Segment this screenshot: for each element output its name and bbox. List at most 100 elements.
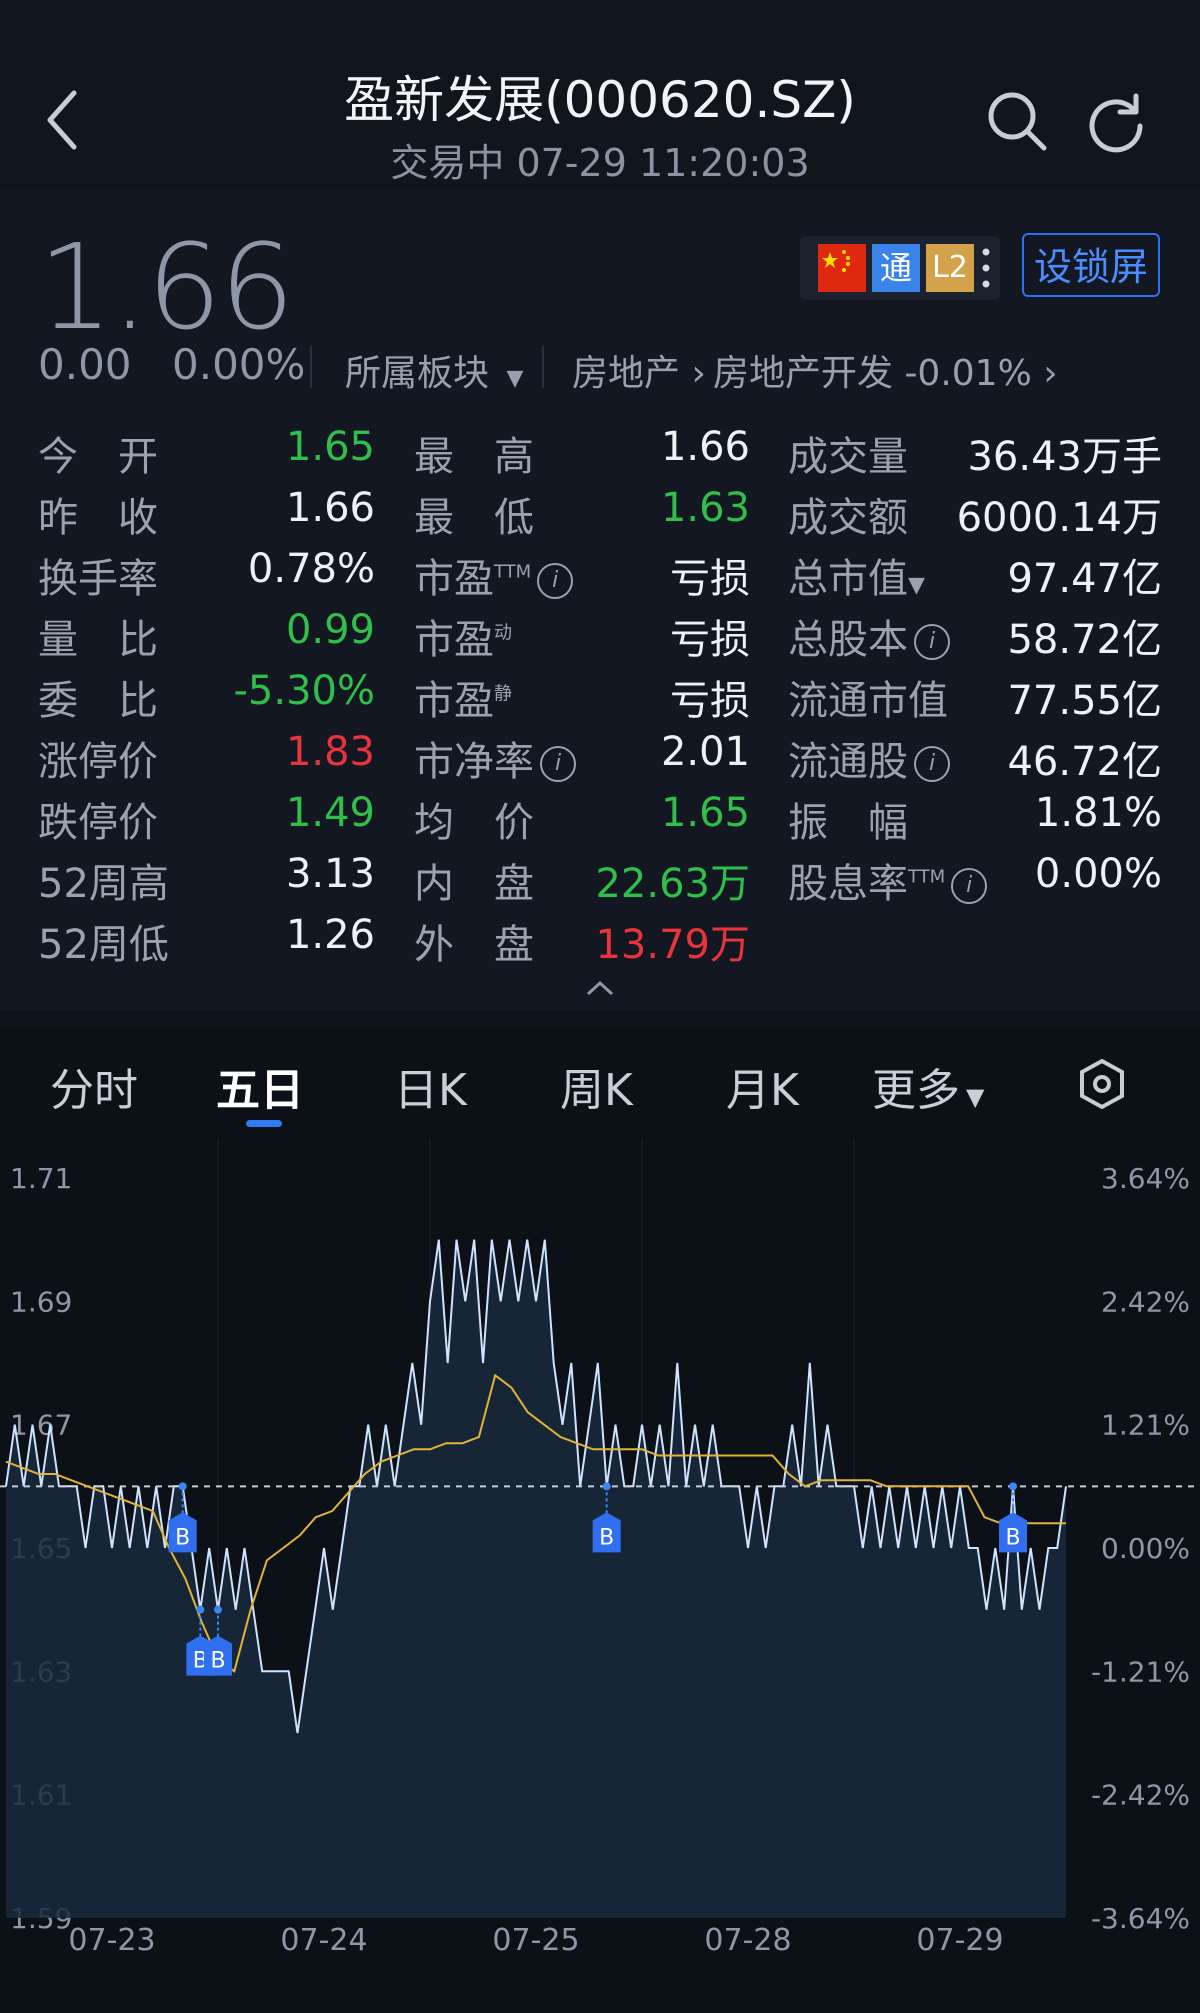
x-date-label: 07-29	[916, 1923, 1003, 1958]
stat-label: 成交额	[788, 495, 908, 541]
active-tab-indicator	[246, 1120, 282, 1127]
tab-1[interactable]: 五日	[216, 1054, 304, 1118]
y-tick-right: -2.42%	[1091, 1779, 1190, 1812]
tab-4[interactable]: 月K	[726, 1054, 799, 1118]
stat-label: 内 盘	[414, 861, 534, 907]
badge-group[interactable]: 通 L2	[800, 236, 1000, 300]
tab-5[interactable]: 更多 ▼	[872, 1054, 984, 1118]
tong-badge: 通	[872, 244, 920, 292]
info-icon[interactable]: i	[540, 746, 576, 782]
marker-label: B	[599, 1525, 614, 1550]
y-tick-right: 3.64%	[1101, 1162, 1190, 1195]
marker-label: B	[175, 1525, 190, 1550]
stat-label[interactable]: 流通股 i	[788, 729, 950, 787]
sector-industry-link[interactable]: 房地产 ›	[572, 344, 706, 396]
china-flag-icon	[818, 244, 866, 292]
stat-value: 77.55亿	[1007, 678, 1162, 724]
stat-label: 委 比	[38, 678, 158, 724]
stat-label: 涨停价	[38, 739, 158, 785]
chevron-right-icon: ›	[1043, 353, 1058, 394]
stat-value: 97.47亿	[1007, 556, 1162, 602]
stat-label[interactable]: 总股本 i	[788, 607, 950, 665]
stat-value: 1.49	[285, 790, 375, 836]
stat-value: 58.72亿	[1007, 617, 1162, 663]
x-date-label: 07-25	[492, 1923, 579, 1958]
info-icon[interactable]: i	[537, 563, 574, 599]
stat-value: 46.72亿	[1007, 739, 1162, 785]
info-icon[interactable]: i	[951, 868, 988, 904]
stat-value: 22.63万	[595, 861, 750, 907]
stat-value: 1.63	[660, 485, 750, 531]
y-tick-right: 2.42%	[1101, 1285, 1190, 1318]
sector-sub-link[interactable]: 房地产开发 -0.01% ›	[713, 344, 1058, 396]
info-icon[interactable]: i	[914, 624, 950, 660]
settings-hex-icon[interactable]	[1078, 1058, 1126, 1110]
refresh-icon[interactable]	[1082, 88, 1150, 156]
caret-down-icon: ▼	[908, 573, 925, 598]
stat-label: 市盈动	[414, 617, 512, 663]
tab-3[interactable]: 周K	[560, 1054, 633, 1118]
stat-value: 1.66	[660, 424, 750, 470]
stat-label: 均 价	[414, 800, 534, 846]
y-tick-right: -1.21%	[1091, 1655, 1190, 1688]
stat-value: 13.79万	[595, 922, 750, 968]
x-date-label: 07-24	[280, 1923, 367, 1958]
search-icon[interactable]	[984, 88, 1052, 156]
price-change-pct: 0.00%	[172, 340, 306, 389]
stat-value: 36.43万手	[967, 434, 1162, 480]
stat-value: 1.65	[285, 424, 375, 470]
y-tick-left: 1.71	[10, 1162, 72, 1195]
tab-0[interactable]: 分时	[50, 1054, 138, 1118]
y-tick-right: 1.21%	[1101, 1409, 1190, 1442]
stat-value: -5.30%	[233, 668, 375, 714]
stat-label[interactable]: 总市值▼	[788, 546, 925, 604]
stat-value: 亏损	[670, 678, 750, 724]
stat-value: 0.00%	[1034, 851, 1162, 897]
stat-label: 成交量	[788, 434, 908, 480]
tab-2[interactable]: 日K	[394, 1054, 467, 1118]
caret-down-icon: ▼	[966, 1083, 985, 1111]
stat-label: 最 低	[414, 495, 534, 541]
stat-label: 最 高	[414, 434, 534, 480]
marker-label: B	[210, 1649, 225, 1674]
stat-label: 市盈静	[414, 678, 512, 724]
stat-label: 52周高	[38, 861, 169, 907]
stat-label: 昨 收	[38, 495, 158, 541]
stat-value: 0.99	[285, 607, 375, 653]
y-tick-left: 1.69	[10, 1285, 72, 1318]
five-day-chart[interactable]: 1.713.64%1.692.42%1.671.21%1.650.00%1.63…	[0, 1138, 1200, 1958]
y-tick-right: 0.00%	[1101, 1532, 1190, 1565]
stat-label[interactable]: 市净率 i	[414, 729, 576, 787]
l2-badge: L2	[926, 244, 974, 292]
stat-label[interactable]: 市盈TTM i	[414, 546, 574, 604]
collapse-chevron-icon[interactable]	[584, 978, 616, 998]
price-area	[6, 1239, 1066, 1918]
stat-label: 52周低	[38, 922, 169, 968]
x-date-label: 07-28	[704, 1923, 791, 1958]
sector-label: 所属板块	[345, 353, 490, 394]
sector-path: 房地产	[572, 353, 681, 394]
stat-label: 换手率	[38, 556, 158, 602]
stat-value: 亏损	[670, 556, 750, 602]
stat-label: 振 幅	[788, 800, 908, 846]
stat-value: 3.13	[285, 851, 375, 897]
stat-value: 1.83	[285, 729, 375, 775]
stat-label: 量 比	[38, 617, 158, 663]
lock-screen-button[interactable]: 设锁屏	[1022, 233, 1160, 297]
stat-label: 跌停价	[38, 800, 158, 846]
stat-value: 0.78%	[247, 546, 375, 592]
divider	[542, 346, 544, 388]
marker-label: B	[1005, 1525, 1020, 1550]
stat-label[interactable]: 股息率TTM i	[788, 851, 988, 909]
stat-label: 流通市值	[788, 678, 948, 724]
x-date-label: 07-23	[68, 1923, 155, 1958]
info-icon[interactable]: i	[914, 746, 950, 782]
stat-value: 6000.14万	[956, 495, 1162, 541]
divider	[310, 346, 312, 388]
chevron-right-icon: ›	[691, 353, 706, 394]
stat-value: 1.65	[660, 790, 750, 836]
more-dots-icon	[982, 248, 990, 288]
sector-dropdown[interactable]: 所属板块 ▼	[345, 344, 523, 396]
stat-value: 1.26	[285, 912, 375, 958]
y-tick-right: -3.64%	[1091, 1902, 1190, 1935]
